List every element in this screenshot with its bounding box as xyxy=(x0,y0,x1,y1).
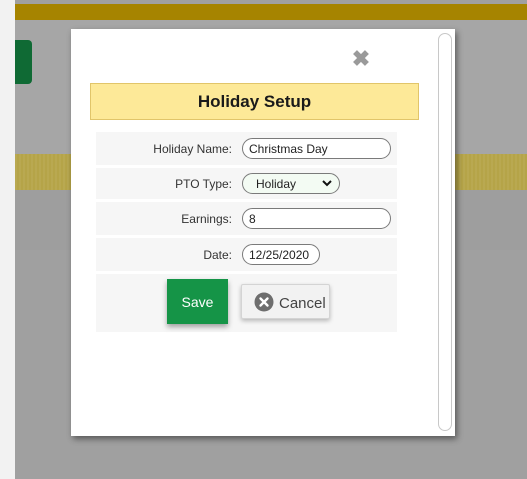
earnings-label: Earnings: xyxy=(181,212,232,226)
earnings-row: Earnings: xyxy=(96,202,397,235)
pto-type-select[interactable]: Holiday xyxy=(242,173,340,194)
pto-type-selected-value: Holiday xyxy=(256,176,297,191)
dialog-title: Holiday Setup xyxy=(197,91,312,111)
close-icon[interactable]: ✖ xyxy=(351,48,371,70)
chevron-down-icon xyxy=(322,180,332,187)
save-button[interactable]: Save xyxy=(167,279,228,324)
dialog-title-bar: Holiday Setup xyxy=(90,83,419,120)
date-input[interactable] xyxy=(242,244,320,265)
cancel-button-label: Cancel xyxy=(279,295,326,312)
date-label: Date: xyxy=(203,248,232,262)
holiday-name-row: Holiday Name: xyxy=(96,132,397,165)
background-top-bar xyxy=(15,4,527,20)
background-green-button xyxy=(15,40,32,84)
dialog-scrollbar[interactable] xyxy=(438,33,452,431)
page-left-margin xyxy=(0,0,15,479)
pto-type-row: PTO Type: Holiday xyxy=(96,168,397,199)
pto-type-label: PTO Type: xyxy=(175,177,232,191)
earnings-input[interactable] xyxy=(242,208,391,229)
x-circle-icon xyxy=(254,292,274,311)
date-row: Date: xyxy=(96,238,397,271)
cancel-button[interactable]: Cancel xyxy=(241,284,330,319)
holiday-name-label: Holiday Name: xyxy=(153,142,232,156)
holiday-name-input[interactable] xyxy=(242,138,391,159)
